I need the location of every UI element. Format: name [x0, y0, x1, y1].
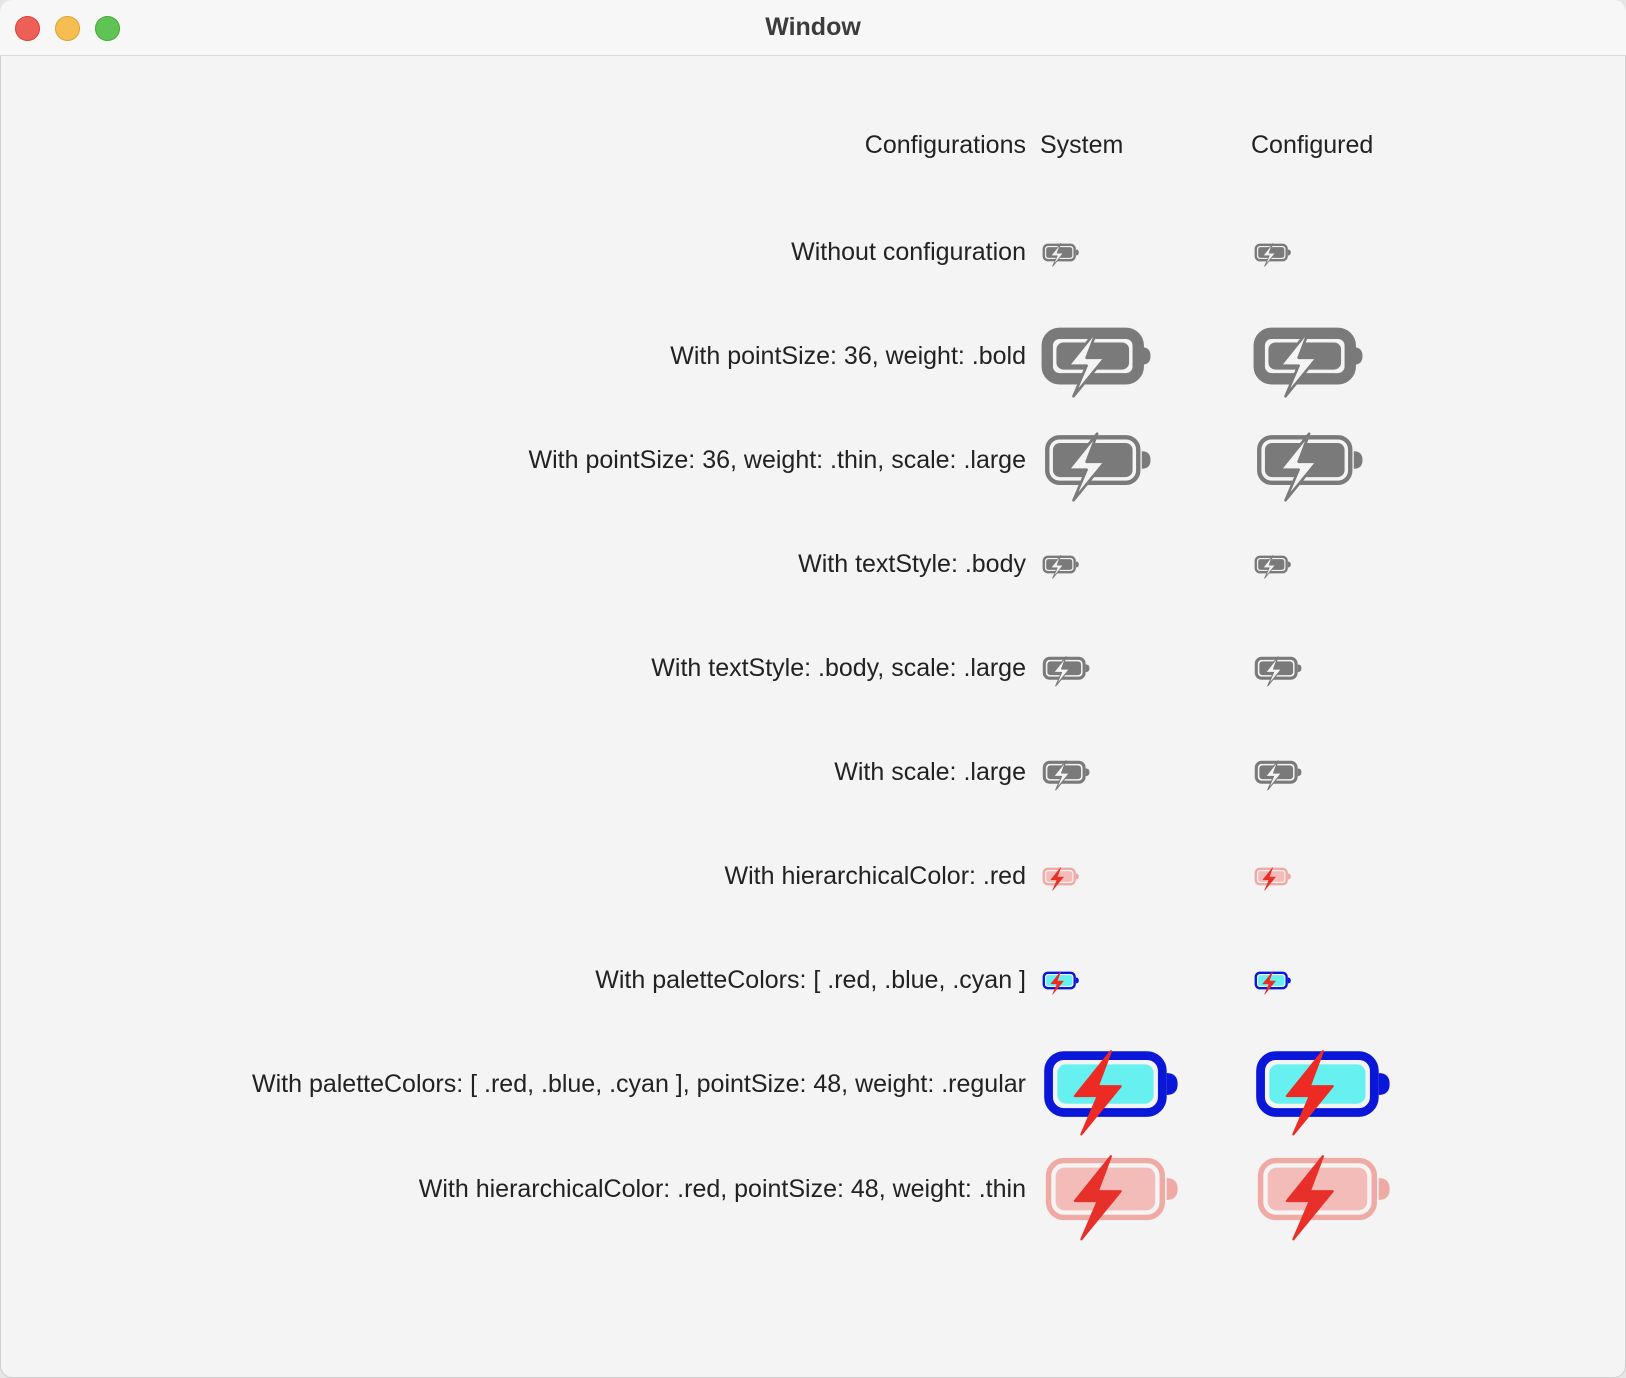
battery-bolt-icon — [1254, 759, 1302, 791]
title-bar: Window — [0, 0, 1626, 56]
battery-cap — [1287, 977, 1291, 983]
battery-bolt-icon — [1257, 1155, 1390, 1241]
battery-cap — [1287, 249, 1291, 255]
bolt-glyph — [1278, 328, 1319, 398]
row-label: With scale: .large — [834, 758, 1026, 786]
bolt-glyph — [1262, 242, 1276, 267]
battery-cap — [1075, 249, 1079, 255]
battery-bolt-icon — [1042, 242, 1079, 267]
column-header-system: System — [1040, 131, 1124, 159]
battery-cap — [1297, 768, 1302, 776]
battery-cap — [1075, 873, 1079, 879]
row-label: With textStyle: .body — [798, 550, 1026, 578]
battery-cap — [1075, 977, 1079, 983]
battery-bolt-icon — [1254, 242, 1291, 267]
bolt-glyph — [1262, 866, 1276, 890]
battery-cap — [1287, 873, 1291, 879]
bolt-glyph — [1050, 866, 1064, 890]
row-label: Without configuration — [791, 238, 1026, 266]
battery-bolt-icon — [1253, 327, 1363, 398]
row-label: With hierarchicalColor: .red, pointSize:… — [418, 1175, 1026, 1203]
bolt-glyph — [1262, 554, 1276, 579]
battery-cap — [1075, 561, 1079, 567]
row-label: With pointSize: 36, weight: .bold — [670, 342, 1026, 370]
battery-bolt-icon — [1257, 432, 1363, 502]
battery-bolt-icon — [1256, 1050, 1390, 1136]
battery-bolt-icon — [1045, 432, 1151, 502]
battery-bolt-icon — [1042, 866, 1079, 890]
window: Window Configurations System Configured … — [0, 0, 1626, 1378]
column-header-configured: Configured — [1251, 131, 1374, 159]
bolt-glyph — [1052, 759, 1071, 791]
row-label: With paletteColors: [ .red, .blue, .cyan… — [595, 966, 1026, 994]
row-label: With pointSize: 36, weight: .thin, scale… — [528, 446, 1026, 474]
column-header-configurations: Configurations — [864, 131, 1026, 159]
row-label: With paletteColors: [ .red, .blue, .cyan… — [252, 1070, 1026, 1098]
battery-bolt-icon — [1045, 1155, 1178, 1241]
battery-bolt-icon — [1042, 759, 1090, 791]
battery-bolt-icon — [1042, 554, 1079, 579]
battery-cap — [1085, 768, 1090, 776]
battery-cap — [1353, 347, 1363, 365]
battery-cap — [1353, 451, 1363, 469]
battery-cap — [1141, 347, 1151, 365]
bolt-glyph — [1052, 655, 1071, 687]
battery-bolt-icon — [1254, 655, 1302, 687]
bolt-glyph — [1050, 242, 1064, 267]
battery-cap — [1378, 1178, 1390, 1200]
battery-cap — [1287, 561, 1291, 567]
battery-bolt-icon — [1041, 327, 1151, 398]
battery-bolt-icon — [1254, 554, 1291, 579]
battery-bolt-icon — [1042, 970, 1079, 994]
battery-cap — [1166, 1073, 1178, 1095]
bolt-glyph — [1262, 970, 1276, 994]
battery-bolt-icon — [1254, 866, 1291, 890]
battery-cap — [1378, 1073, 1390, 1095]
battery-cap — [1141, 451, 1151, 469]
battery-cap — [1085, 664, 1090, 672]
bolt-glyph — [1264, 655, 1283, 687]
battery-bolt-icon — [1042, 655, 1090, 687]
battery-cap — [1297, 664, 1302, 672]
row-label: With hierarchicalColor: .red — [724, 862, 1027, 890]
bolt-glyph — [1264, 759, 1283, 791]
battery-cap — [1166, 1178, 1178, 1200]
bolt-glyph — [1050, 554, 1064, 579]
bolt-glyph — [1050, 970, 1064, 994]
bolt-glyph — [1073, 1050, 1122, 1136]
window-title: Window — [765, 13, 861, 41]
battery-bolt-icon — [1254, 970, 1291, 994]
bolt-glyph — [1285, 1050, 1334, 1136]
content-area: Configurations System Configured Without… — [0, 56, 1626, 1378]
bolt-glyph — [1066, 328, 1107, 398]
row-label: With textStyle: .body, scale: .large — [651, 654, 1026, 682]
battery-bolt-icon — [1044, 1050, 1178, 1136]
